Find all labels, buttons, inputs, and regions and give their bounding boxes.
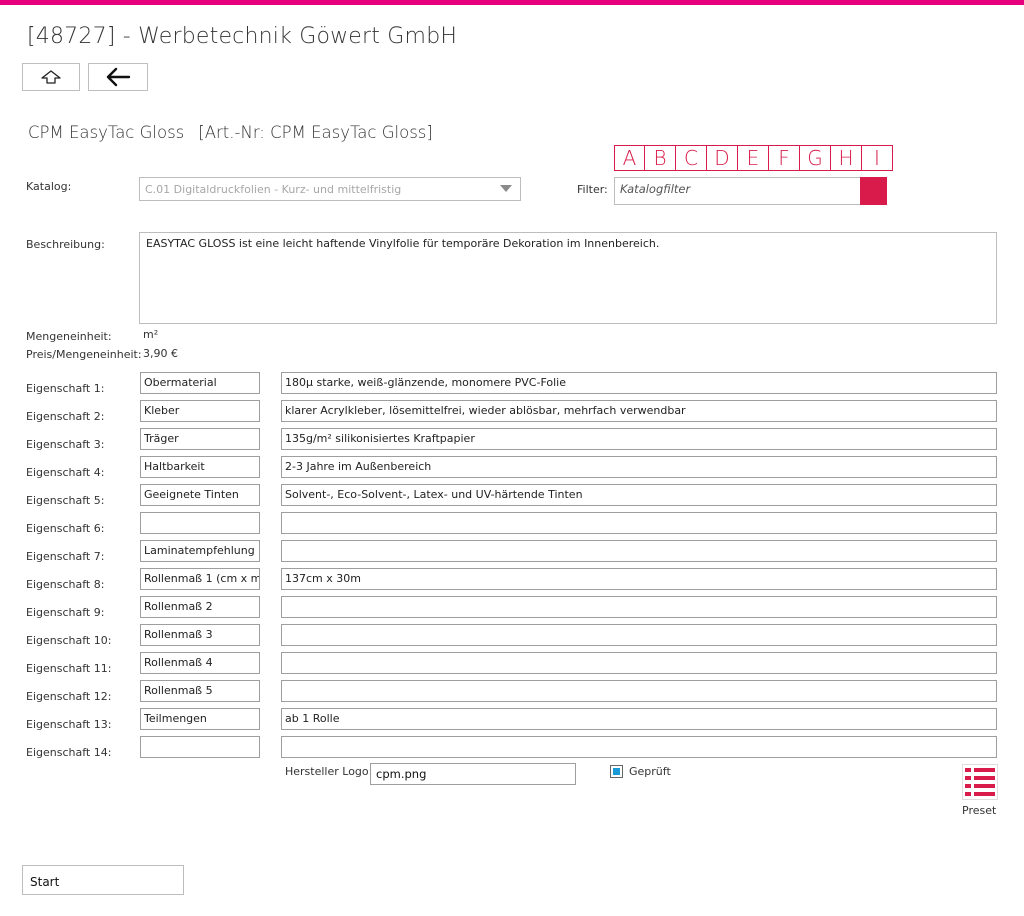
property-value-input[interactable]: klarer Acrylkleber, lösemittelfrei, wied… xyxy=(281,400,997,422)
filter-button[interactable] xyxy=(860,177,887,205)
property-label: Eigenschaft 13: xyxy=(26,718,112,731)
property-name-input[interactable]: Rollenmaß 3 xyxy=(140,624,260,646)
beschreibung-label: Beschreibung: xyxy=(26,238,105,251)
hersteller-logo-label: Hersteller Logo: xyxy=(285,765,373,778)
property-label: Eigenschaft 5: xyxy=(26,494,105,507)
property-label: Eigenschaft 7: xyxy=(26,550,105,563)
property-label: Eigenschaft 12: xyxy=(26,690,112,703)
letter-i-button[interactable]: I xyxy=(862,145,893,171)
property-value-input[interactable]: 137cm x 30m xyxy=(281,568,997,590)
filter-label: Filter: xyxy=(577,183,608,196)
property-row: Eigenschaft 8: Rollenmaß 1 (cm x m) 137cm … xyxy=(0,568,1024,591)
letter-e-button[interactable]: E xyxy=(738,145,769,171)
property-row: Eigenschaft 13: Teilmengen ab 1 Rolle xyxy=(0,708,1024,731)
up-arrow-home-icon xyxy=(40,70,62,84)
letter-h-button[interactable]: H xyxy=(831,145,862,171)
property-value-input[interactable] xyxy=(281,652,997,674)
property-row: Eigenschaft 14: xyxy=(0,736,1024,759)
hersteller-logo-input[interactable]: cpm.png xyxy=(370,763,576,785)
katalog-label: Katalog: xyxy=(26,180,72,193)
property-label: Eigenschaft 8: xyxy=(26,578,105,591)
property-row: Eigenschaft 12: Rollenmaß 5 xyxy=(0,680,1024,703)
property-value-input[interactable]: ab 1 Rolle xyxy=(281,708,997,730)
property-row: Eigenschaft 1: Obermaterial 180µ starke, w… xyxy=(0,372,1024,395)
property-label: Eigenschaft 2: xyxy=(26,410,105,423)
property-value-input[interactable]: 180µ starke, weiß-glänzende, monomere PV… xyxy=(281,372,997,394)
property-value-input[interactable] xyxy=(281,512,997,534)
list-preset-icon[interactable] xyxy=(962,764,998,800)
beschreibung-textarea[interactable]: EASYTAC GLOSS ist eine leicht haftende V… xyxy=(139,232,997,324)
letter-g-button[interactable]: G xyxy=(800,145,831,171)
property-value-input[interactable] xyxy=(281,624,997,646)
property-name-input[interactable]: Kleber xyxy=(140,400,260,422)
chevron-down-icon xyxy=(500,185,512,192)
property-row: Eigenschaft 4: Haltbarkeit 2-3 Jahre im Au… xyxy=(0,456,1024,479)
property-label: Eigenschaft 9: xyxy=(26,606,105,619)
back-button[interactable] xyxy=(88,63,148,91)
property-name-input[interactable]: Laminatempfehlung xyxy=(140,540,260,562)
property-name-input[interactable]: Rollenmaß 5 xyxy=(140,680,260,702)
property-name-input[interactable] xyxy=(140,736,260,758)
property-label: Eigenschaft 10: xyxy=(26,634,112,647)
property-value-input[interactable] xyxy=(281,596,997,618)
alphabet-filter: A B C D E F G H I xyxy=(614,145,893,171)
property-value-input[interactable] xyxy=(281,680,997,702)
mengeneinheit-label: Mengeneinheit: xyxy=(26,330,112,343)
article-heading: CPM EasyTac Gloss [Art.-Nr: CPM EasyTac G… xyxy=(28,123,433,142)
property-label: Eigenschaft 3: xyxy=(26,438,105,451)
property-row: Eigenschaft 5: Geeignete Tinten Solvent-, … xyxy=(0,484,1024,507)
property-value-input[interactable]: Solvent-, Eco-Solvent-, Latex- und UV-hä… xyxy=(281,484,997,506)
checkbox-check-mark xyxy=(613,768,620,775)
property-name-input[interactable]: Rollenmaß 2 xyxy=(140,596,260,618)
property-row: Eigenschaft 3: Träger 135g/m² silikonisier… xyxy=(0,428,1024,451)
letter-c-button[interactable]: C xyxy=(676,145,707,171)
property-name-input[interactable]: Rollenmaß 1 (cm x m) xyxy=(140,568,260,590)
property-row: Eigenschaft 6: xyxy=(0,512,1024,535)
start-button[interactable]: Start xyxy=(22,865,184,895)
property-label: Eigenschaft 11: xyxy=(26,662,112,675)
property-name-input[interactable]: Teilmengen xyxy=(140,708,260,730)
property-name-input[interactable]: Haltbarkeit xyxy=(140,456,260,478)
property-value-input[interactable]: 2-3 Jahre im Außenbereich xyxy=(281,456,997,478)
property-row: Eigenschaft 10: Rollenmaß 3 xyxy=(0,624,1024,647)
preset-label: Preset xyxy=(962,804,997,817)
property-value-input[interactable] xyxy=(281,540,997,562)
letter-f-button[interactable]: F xyxy=(769,145,800,171)
article-number: [Art.-Nr: CPM EasyTac Gloss] xyxy=(198,123,433,142)
property-value-input[interactable]: 135g/m² silikonisiertes Kraftpapier xyxy=(281,428,997,450)
property-label: Eigenschaft 4: xyxy=(26,466,105,479)
property-row: Eigenschaft 11: Rollenmaß 4 xyxy=(0,652,1024,675)
property-label: Eigenschaft 14: xyxy=(26,746,112,759)
property-label: Eigenschaft 6: xyxy=(26,522,105,535)
geprueft-label: Geprüft xyxy=(629,765,671,778)
filter-placeholder: Katalogfilter xyxy=(620,182,691,196)
home-button[interactable] xyxy=(22,63,80,91)
left-arrow-back-icon xyxy=(105,67,131,87)
letter-d-button[interactable]: D xyxy=(707,145,738,171)
property-name-input[interactable] xyxy=(140,512,260,534)
property-row: Eigenschaft 2: Kleber klarer Acrylkleber, … xyxy=(0,400,1024,423)
property-name-input[interactable]: Rollenmaß 4 xyxy=(140,652,260,674)
property-name-input[interactable]: Obermaterial xyxy=(140,372,260,394)
letter-a-button[interactable]: A xyxy=(614,145,645,171)
geprueft-checkbox[interactable] xyxy=(610,765,623,778)
property-name-input[interactable]: Träger xyxy=(140,428,260,450)
property-row: Eigenschaft 7: Laminatempfehlung xyxy=(0,540,1024,563)
top-accent-bar xyxy=(0,0,1024,5)
article-name: CPM EasyTac Gloss xyxy=(28,123,185,142)
preis-value: 3,90 € xyxy=(143,347,178,360)
property-label: Eigenschaft 1: xyxy=(26,382,105,395)
property-value-input[interactable] xyxy=(281,736,997,758)
letter-b-button[interactable]: B xyxy=(645,145,676,171)
katalog-select[interactable]: C.01 Digitaldruckfolien - Kurz- und mitt… xyxy=(139,177,521,201)
page-title: [48727] - Werbetechnik Göwert GmbH xyxy=(27,24,458,49)
katalog-selected-value: C.01 Digitaldruckfolien - Kurz- und mitt… xyxy=(145,182,402,196)
property-name-input[interactable]: Geeignete Tinten xyxy=(140,484,260,506)
mengeneinheit-value: m² xyxy=(143,328,159,341)
property-row: Eigenschaft 9: Rollenmaß 2 xyxy=(0,596,1024,619)
preis-label: Preis/Mengeneinheit: xyxy=(26,348,142,361)
katalog-filter-input[interactable]: Katalogfilter xyxy=(614,177,887,205)
